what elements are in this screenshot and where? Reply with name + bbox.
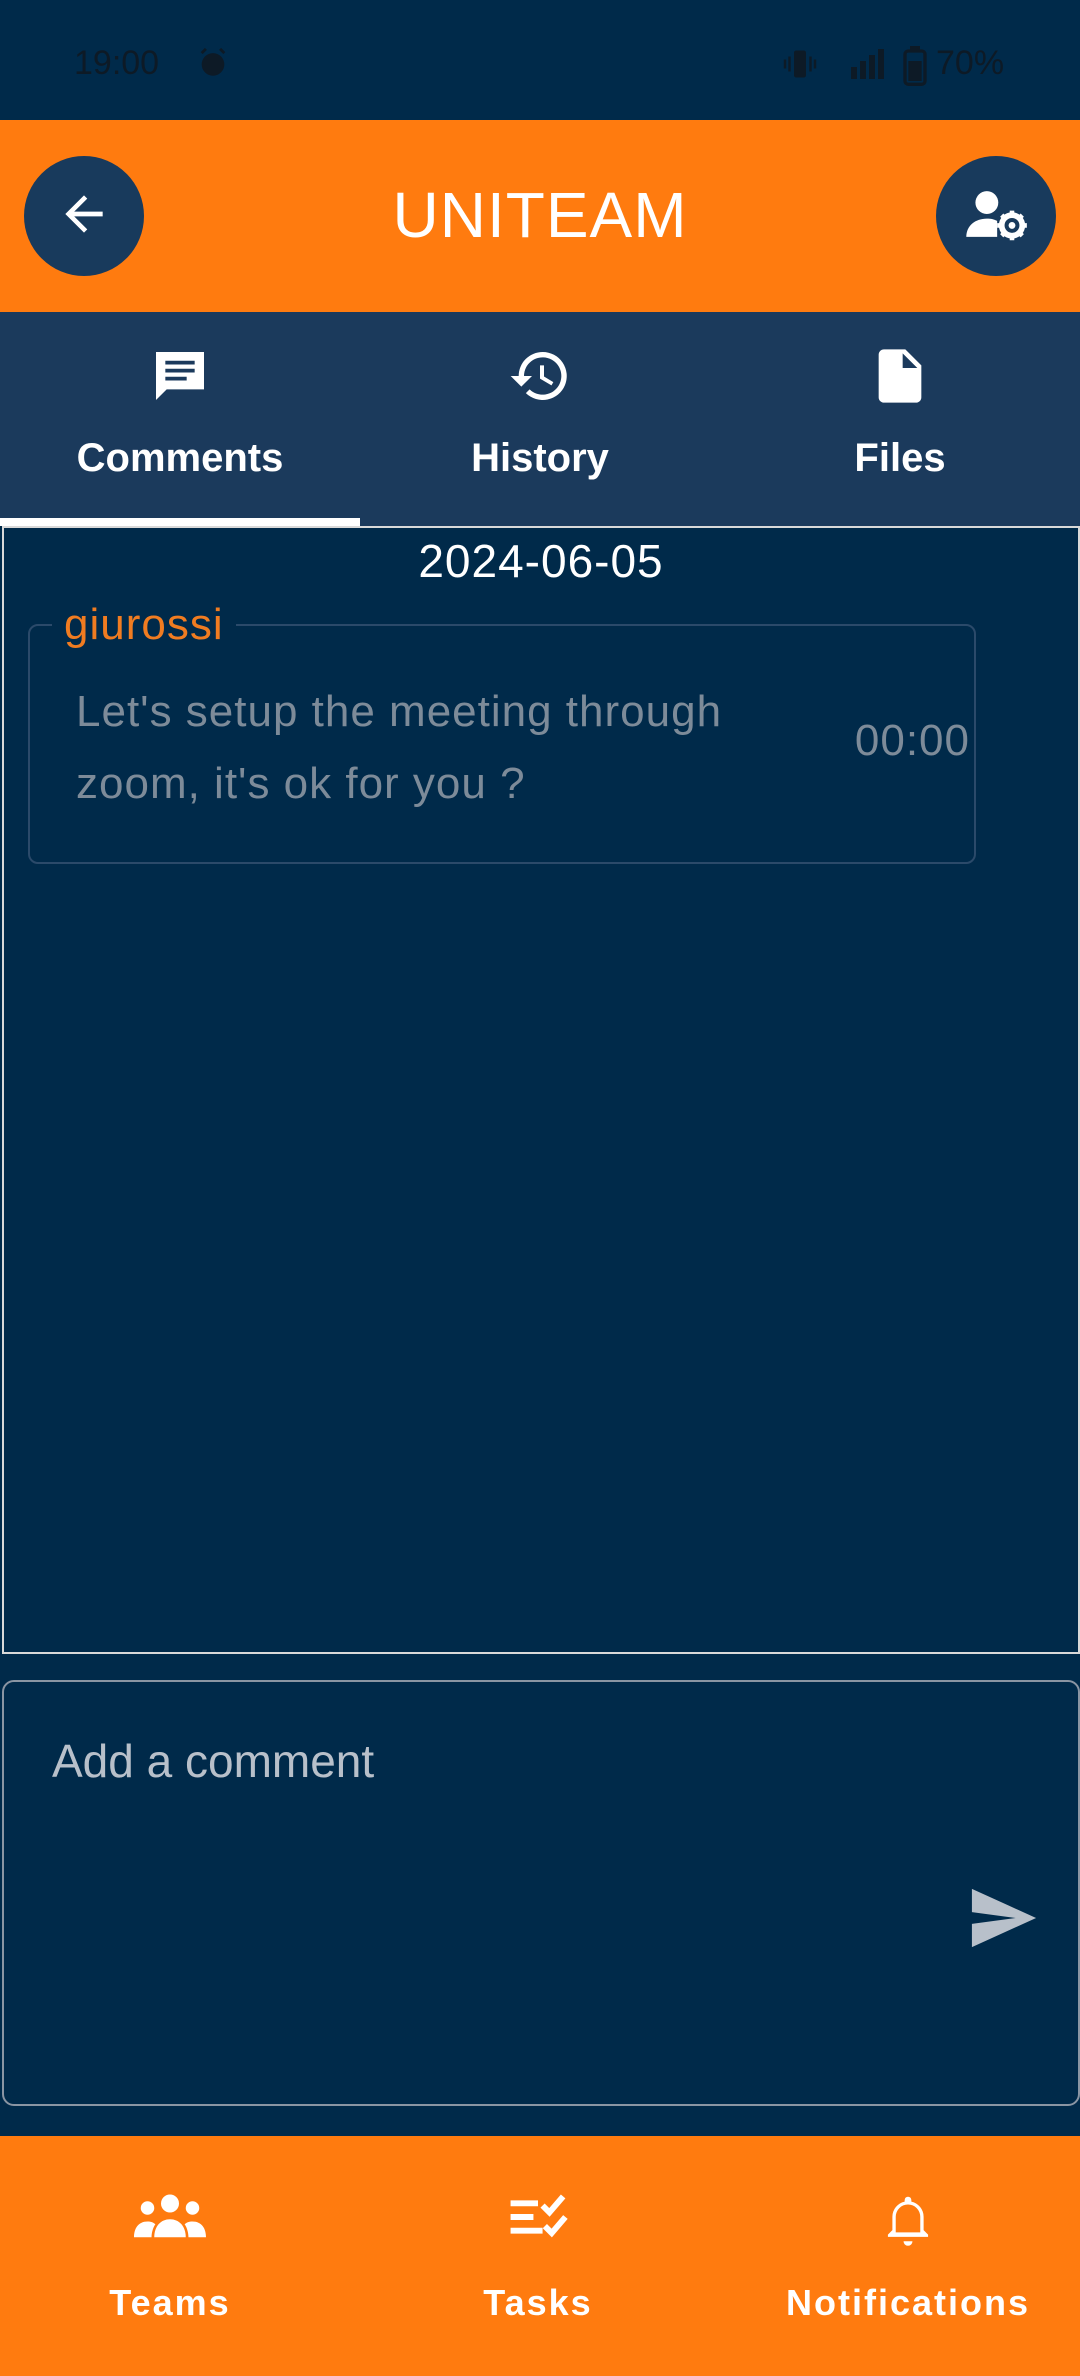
user-settings-button[interactable]	[936, 156, 1056, 276]
nav-tasks[interactable]: Tasks	[358, 2136, 718, 2376]
tab-history[interactable]: History	[360, 312, 720, 526]
vibrate-icon	[780, 46, 820, 90]
send-icon	[969, 1888, 1039, 1953]
date-separator: 2024-06-05	[418, 535, 664, 587]
app-title: UNITEAM	[392, 179, 688, 251]
tab-label: Files	[854, 436, 946, 480]
tab-label: History	[471, 436, 609, 480]
nav-label: Teams	[109, 2282, 231, 2323]
tab-comments[interactable]: Comments	[0, 312, 360, 526]
signal-4g-icon	[846, 46, 892, 90]
status-bar: 19:00 70%	[0, 0, 1080, 120]
comment-time: 00:00	[854, 716, 970, 765]
app-bar: UNITEAM	[0, 120, 1080, 312]
bottom-navigation: Teams Tasks Notifications	[0, 2136, 1080, 2376]
tab-files[interactable]: Files	[720, 312, 1080, 526]
comment-input[interactable]	[50, 1730, 954, 1792]
battery-percent: 70%	[936, 44, 1005, 82]
teams-icon	[0, 2190, 350, 2244]
comment-icon	[0, 344, 360, 408]
user-settings-icon	[964, 186, 1028, 247]
nav-notifications[interactable]: Notifications	[728, 2136, 1080, 2376]
comment-item[interactable]: giurossi Let's setup the meeting through…	[28, 600, 976, 864]
comments-list[interactable]: 2024-06-05 giurossi Let's setup the meet…	[2, 526, 1080, 1654]
send-button[interactable]	[966, 1882, 1042, 1958]
alarm-icon	[196, 46, 230, 88]
nav-label: Tasks	[483, 2282, 593, 2323]
comment-text: Let's setup the meeting through zoom, it…	[76, 687, 723, 808]
bell-icon	[728, 2190, 1080, 2248]
nav-teams[interactable]: Teams	[0, 2136, 350, 2376]
history-icon	[360, 344, 720, 408]
file-icon	[720, 344, 1080, 408]
battery-icon	[902, 46, 928, 94]
tab-bar: Comments History Files	[0, 312, 1080, 526]
status-time: 19:00	[74, 44, 160, 82]
comment-author: giurossi	[52, 600, 236, 650]
tab-label: Comments	[76, 436, 284, 480]
comment-composer	[2, 1680, 1080, 2106]
nav-label: Notifications	[785, 2282, 1030, 2323]
tab-indicator	[0, 518, 360, 526]
tasks-icon	[358, 2190, 718, 2244]
